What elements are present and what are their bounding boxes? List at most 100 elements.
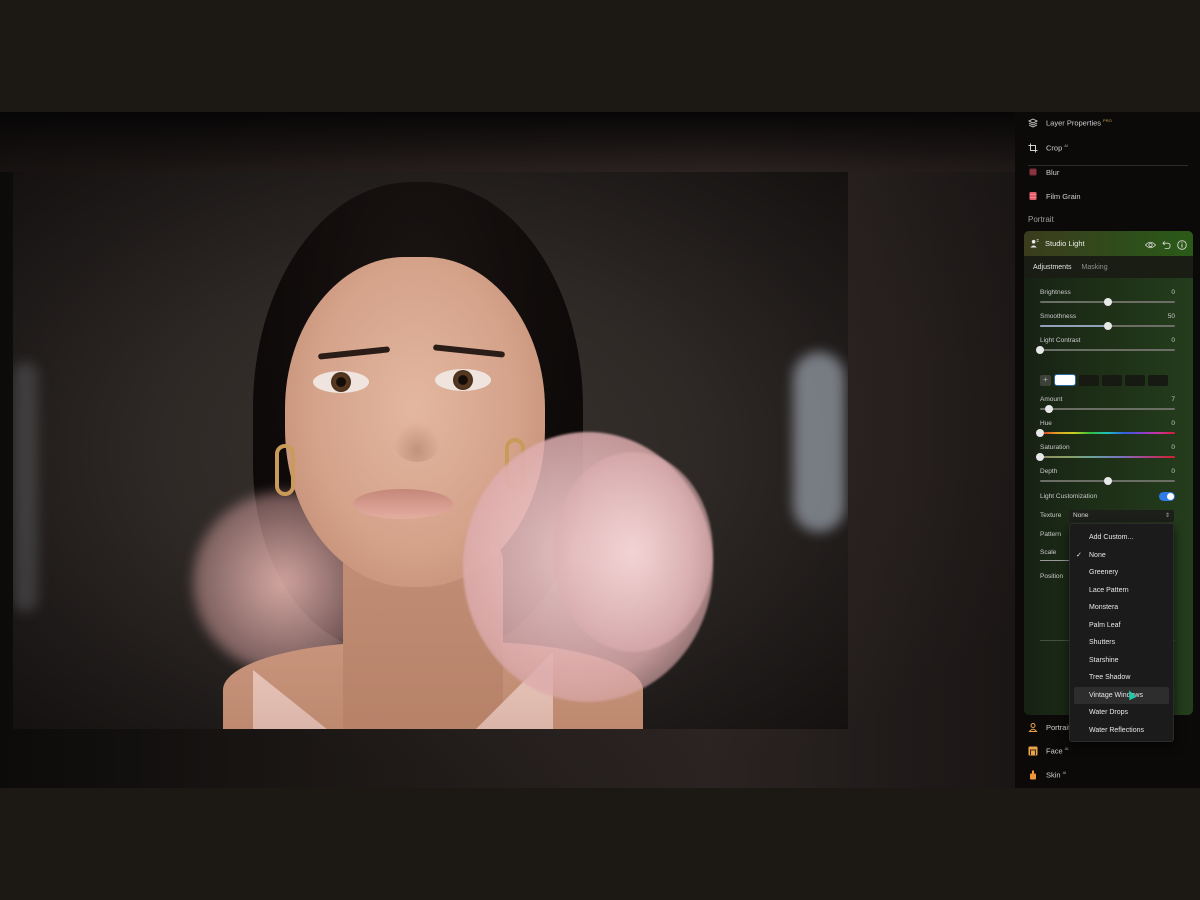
crop-icon [1028, 143, 1038, 153]
texture-option[interactable]: ✓ None [1074, 547, 1169, 565]
portrait-photo[interactable] [13, 172, 848, 729]
pro-badge: PRO [1103, 118, 1112, 124]
info-icon[interactable] [1177, 237, 1187, 255]
slider-track[interactable] [1040, 477, 1175, 485]
photo-bg-window [793, 352, 845, 532]
check-icon: ✓ [1076, 551, 1082, 559]
texture-select[interactable]: None ⇕ [1069, 510, 1174, 522]
blur-icon [1028, 167, 1038, 177]
slider-thumb[interactable] [1036, 453, 1044, 461]
tool-label: Portrait [1046, 722, 1071, 732]
texture-option[interactable]: Monstera [1074, 599, 1169, 617]
film-grain-icon [1028, 191, 1038, 201]
texture-dropdown-menu: Add Custom... ✓ None Greenery Lace Pattern Mo… [1069, 523, 1174, 742]
slider-thumb[interactable] [1036, 346, 1044, 354]
slider-thumb[interactable] [1036, 429, 1044, 437]
texture-option[interactable]: Lace Pattern [1074, 582, 1169, 600]
texture-option[interactable]: Water Reflections [1074, 722, 1169, 740]
slider-track[interactable] [1040, 298, 1175, 306]
slider-value: 0 [1171, 444, 1175, 451]
texture-option-label: Water Reflections [1089, 726, 1144, 734]
texture-label: Texture [1040, 512, 1062, 519]
tool-portrait[interactable]: Portrait [1028, 718, 1070, 736]
tool-crop[interactable]: Crop AI [1028, 139, 1068, 157]
swatch-white-selected[interactable] [1054, 374, 1076, 386]
light-customization-toggle[interactable] [1159, 492, 1175, 501]
texture-option-label: Lace Pattern [1089, 586, 1129, 594]
saturation-track[interactable] [1036, 453, 1175, 461]
texture-option[interactable]: Shutters [1074, 634, 1169, 652]
texture-option[interactable]: Water Drops [1074, 704, 1169, 722]
swatch-empty[interactable] [1148, 374, 1168, 386]
slider-thumb[interactable] [1103, 322, 1112, 330]
tool-layer-properties[interactable]: Layer Properties PRO [1027, 114, 1112, 132]
tool-label: Skin [1046, 770, 1061, 780]
slider-track[interactable] [1036, 346, 1175, 354]
light-customization-row: Light Customization [1040, 492, 1175, 505]
ai-badge: AI [1064, 746, 1069, 752]
slider-label: Hue [1040, 420, 1052, 427]
slider-thumb[interactable] [1045, 405, 1054, 413]
texture-option[interactable]: Add Custom... [1074, 529, 1169, 547]
slider-fill [1040, 325, 1108, 327]
slider-track[interactable] [1040, 322, 1175, 330]
swatch-empty[interactable] [1125, 374, 1145, 386]
texture-option-label: Monstera [1089, 604, 1119, 611]
ai-badge: AI [1064, 143, 1069, 149]
slider-value: 7 [1171, 396, 1175, 403]
texture-option-label: Palm Leaf [1089, 621, 1121, 629]
tab-adjustments[interactable]: Adjustments [1033, 264, 1072, 271]
swatch-empty[interactable] [1102, 374, 1122, 386]
texture-option[interactable]: Vintage Windows [1074, 686, 1169, 704]
skin-icon [1028, 770, 1038, 780]
light-contrast-slider[interactable]: Light Contrast 0 [1036, 337, 1175, 357]
light-color-swatches: + [1040, 374, 1168, 386]
undo-icon[interactable] [1162, 237, 1171, 255]
texture-option-label: Add Custom... [1089, 534, 1134, 541]
face-icon [1028, 746, 1038, 756]
texture-option[interactable]: Starshine [1074, 652, 1169, 670]
updown-caret-icon: ⇕ [1164, 513, 1170, 519]
slider-track[interactable] [1040, 405, 1175, 413]
photo-eye [435, 369, 491, 391]
slider-value: 0 [1171, 337, 1175, 344]
tab-masking[interactable]: Masking [1082, 264, 1108, 271]
tool-skin[interactable]: Skin AI [1028, 766, 1066, 784]
light-customization-label: Light Customization [1040, 493, 1098, 500]
portrait-icon [1028, 722, 1038, 732]
hue-slider[interactable]: Hue 0 [1036, 420, 1175, 440]
texture-option[interactable]: Palm Leaf [1074, 617, 1169, 635]
brightness-slider[interactable]: Brightness 0 [1040, 289, 1175, 309]
studio-light-header[interactable]: Studio Light [1024, 231, 1193, 256]
add-swatch-button[interactable]: + [1040, 374, 1051, 386]
tool-label: Film Grain [1046, 191, 1081, 201]
texture-option-label: None [1089, 551, 1106, 559]
photo-bg-window [13, 362, 38, 612]
tool-label: Face [1046, 746, 1063, 756]
smoothness-slider[interactable]: Smoothness 50 [1040, 313, 1175, 333]
texture-option[interactable]: Tree Shadow [1074, 669, 1169, 687]
scale-slider-track[interactable] [1040, 560, 1070, 561]
photo-editor-window: Layer Properties PRO Crop AI Blur Film Gra… [0, 112, 1200, 788]
studio-light-tabs: Adjustments Masking [1024, 256, 1193, 278]
ai-badge: AI [1062, 770, 1067, 776]
texture-select-value: None [1073, 512, 1089, 519]
depth-slider[interactable]: Depth 0 [1040, 468, 1175, 488]
slider-thumb[interactable] [1103, 298, 1112, 306]
hue-track[interactable] [1036, 429, 1175, 437]
tool-film-grain[interactable]: Film Grain [1028, 187, 1081, 205]
section-title-portrait: Portrait [1028, 215, 1054, 224]
studio-light-title: Studio Light [1045, 239, 1085, 248]
slider-thumb[interactable] [1103, 477, 1112, 485]
eye-icon[interactable] [1144, 237, 1157, 255]
tool-face[interactable]: Face AI [1028, 742, 1068, 760]
saturation-slider[interactable]: Saturation 0 [1036, 444, 1175, 464]
tool-blur[interactable]: Blur [1028, 163, 1059, 181]
swatch-empty[interactable] [1079, 374, 1099, 386]
photo-eye [313, 371, 369, 393]
tool-label: Crop [1046, 143, 1063, 153]
texture-option[interactable]: Greenery [1074, 564, 1169, 582]
slider-label: Brightness [1040, 289, 1071, 296]
amount-slider[interactable]: Amount 7 [1040, 396, 1175, 416]
canvas-area[interactable] [0, 112, 1015, 788]
